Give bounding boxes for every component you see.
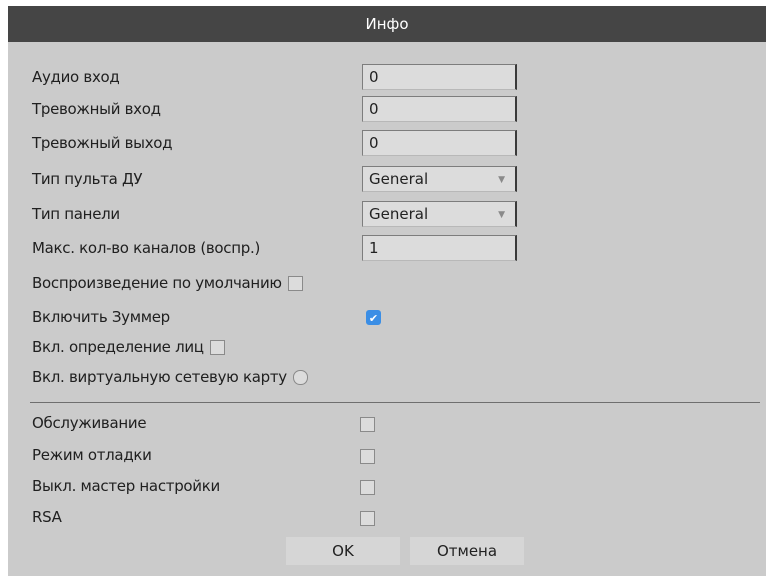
- panel-type-label: Тип панели: [32, 205, 120, 223]
- audio-input-label: Аудио вход: [32, 68, 120, 86]
- alarm-input-row: Тревожный вход: [32, 96, 161, 122]
- alarm-input-field[interactable]: 0: [362, 96, 517, 122]
- debug-mode-checkbox[interactable]: [360, 449, 375, 464]
- max-channels-row: Макс. кол-во каналов (воспр.): [32, 235, 260, 261]
- dropdown-arrow-icon: ▼: [498, 175, 505, 185]
- setup-wizard-checkbox[interactable]: [360, 480, 375, 495]
- remote-type-select[interactable]: General ▼: [362, 166, 517, 192]
- debug-mode-label: Режим отладки: [32, 446, 152, 464]
- alarm-output-label: Тревожный выход: [32, 134, 173, 152]
- virtual-nic-row: Вкл. виртуальную сетевую карту: [32, 364, 308, 390]
- audio-input-field[interactable]: 0: [362, 64, 517, 90]
- rsa-label: RSA: [32, 508, 62, 526]
- setup-wizard-label: Выкл. мастер настройки: [32, 477, 220, 495]
- face-detection-row: Вкл. определение лиц: [32, 334, 225, 360]
- audio-input-row: Аудио вход: [32, 64, 120, 90]
- debug-mode-row: Режим отладки: [32, 442, 152, 468]
- maintenance-label: Обслуживание: [32, 414, 147, 432]
- alarm-output-field[interactable]: 0: [362, 130, 517, 156]
- cancel-button[interactable]: Отмена: [410, 537, 524, 565]
- setup-wizard-row: Выкл. мастер настройки: [32, 473, 220, 499]
- remote-type-label: Тип пульта ДУ: [32, 170, 143, 188]
- dialog-title: Инфо: [365, 15, 409, 33]
- ok-button[interactable]: OK: [286, 537, 400, 565]
- buzzer-row: Включить Зуммер: [32, 304, 170, 330]
- checkmark-icon: ✔: [368, 312, 379, 325]
- rsa-checkbox[interactable]: [360, 511, 375, 526]
- remote-type-value: General: [369, 170, 429, 188]
- panel-type-value: General: [369, 205, 429, 223]
- default-playback-row: Воспроизведение по умолчанию: [32, 270, 303, 296]
- buzzer-label: Включить Зуммер: [32, 308, 170, 326]
- maintenance-checkbox[interactable]: [360, 417, 375, 432]
- section-divider: [30, 402, 760, 403]
- face-detection-label: Вкл. определение лиц: [32, 338, 204, 356]
- remote-type-row: Тип пульта ДУ: [32, 166, 143, 192]
- alarm-output-row: Тревожный выход: [32, 130, 173, 156]
- dropdown-arrow-icon: ▼: [498, 210, 505, 220]
- panel-type-select[interactable]: General ▼: [362, 201, 517, 227]
- face-detection-checkbox[interactable]: [209, 339, 225, 355]
- maintenance-row: Обслуживание: [32, 410, 147, 436]
- buzzer-checkbox[interactable]: ✔: [366, 310, 381, 325]
- virtual-nic-label: Вкл. виртуальную сетевую карту: [32, 368, 287, 386]
- dialog-titlebar: Инфо: [8, 6, 766, 42]
- panel-type-row: Тип панели: [32, 201, 120, 227]
- max-channels-label: Макс. кол-во каналов (воспр.): [32, 239, 260, 257]
- default-playback-label: Воспроизведение по умолчанию: [32, 274, 282, 292]
- info-dialog: Инфо Аудио вход 0 Тревожный вход 0 Трево…: [8, 6, 766, 576]
- rsa-row: RSA: [32, 504, 62, 530]
- default-playback-checkbox[interactable]: [287, 275, 303, 291]
- alarm-input-label: Тревожный вход: [32, 100, 161, 118]
- max-channels-field[interactable]: 1: [362, 235, 517, 261]
- virtual-nic-checkbox[interactable]: [292, 369, 308, 385]
